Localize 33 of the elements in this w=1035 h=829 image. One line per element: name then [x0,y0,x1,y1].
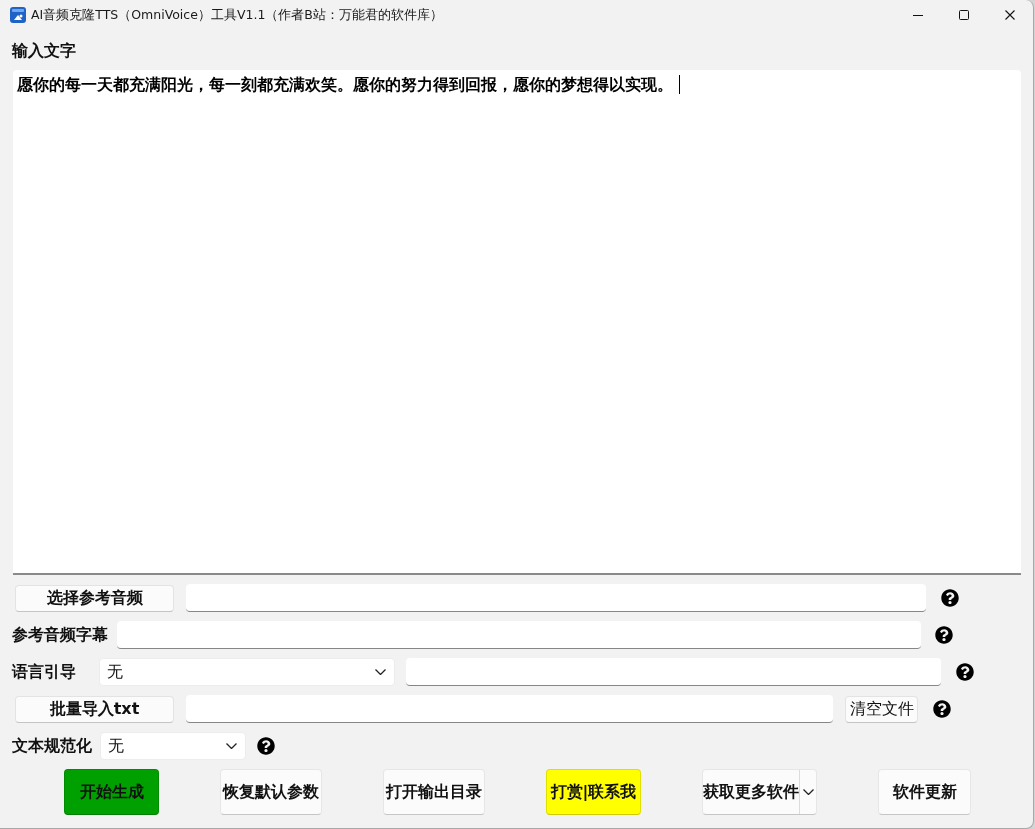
help-icon[interactable] [941,589,959,607]
chevron-down-icon [375,669,386,675]
normalize-select[interactable]: 无 [100,732,246,760]
maximize-icon[interactable] [959,10,969,20]
language-select[interactable]: 无 [99,658,395,686]
more-software-button[interactable]: 获取更多软件 [702,769,817,815]
language-guide-field[interactable] [406,658,941,686]
audio-subtitle-field[interactable] [117,621,921,649]
start-generate-button[interactable]: 开始生成 [64,769,159,815]
text-input-field[interactable]: 愿你的每一天都充满阳光，每一刻都充满欢笑。愿你的努力得到回报，愿你的梦想得以实现。 [13,70,1021,575]
input-text-label: 输入文字 [12,40,76,62]
help-icon[interactable] [933,700,951,718]
restore-defaults-button[interactable]: 恢复默认参数 [220,769,322,815]
app-icon [10,7,26,23]
donate-contact-button[interactable]: 打赏|联系我 [546,769,641,815]
batch-file-field[interactable] [186,695,833,723]
audio-path-field[interactable] [186,584,926,612]
choose-audio-button[interactable]: 选择参考音频 [15,584,174,612]
open-output-folder-button[interactable]: 打开输出目录 [383,769,485,815]
minimize-icon[interactable] [913,14,923,16]
text-normalize-label: 文本规范化 [12,735,93,757]
audio-subtitle-label: 参考音频字幕 [12,624,109,646]
caret-icon [802,789,814,795]
chevron-down-icon [226,743,237,749]
help-icon[interactable] [956,663,974,681]
language-guide-label: 语言引导 [12,661,77,683]
clear-files-button[interactable]: 清空文件 [845,695,918,723]
help-icon[interactable] [257,737,275,755]
batch-import-button[interactable]: 批量导入txt [15,695,174,723]
window-title: AI音频克隆TTS（OmniVoice）工具V1.1（作者B站：万能君的软件库） [31,6,443,24]
software-update-button[interactable]: 软件更新 [878,769,971,815]
help-icon[interactable] [935,626,953,644]
close-icon[interactable] [1005,10,1015,20]
